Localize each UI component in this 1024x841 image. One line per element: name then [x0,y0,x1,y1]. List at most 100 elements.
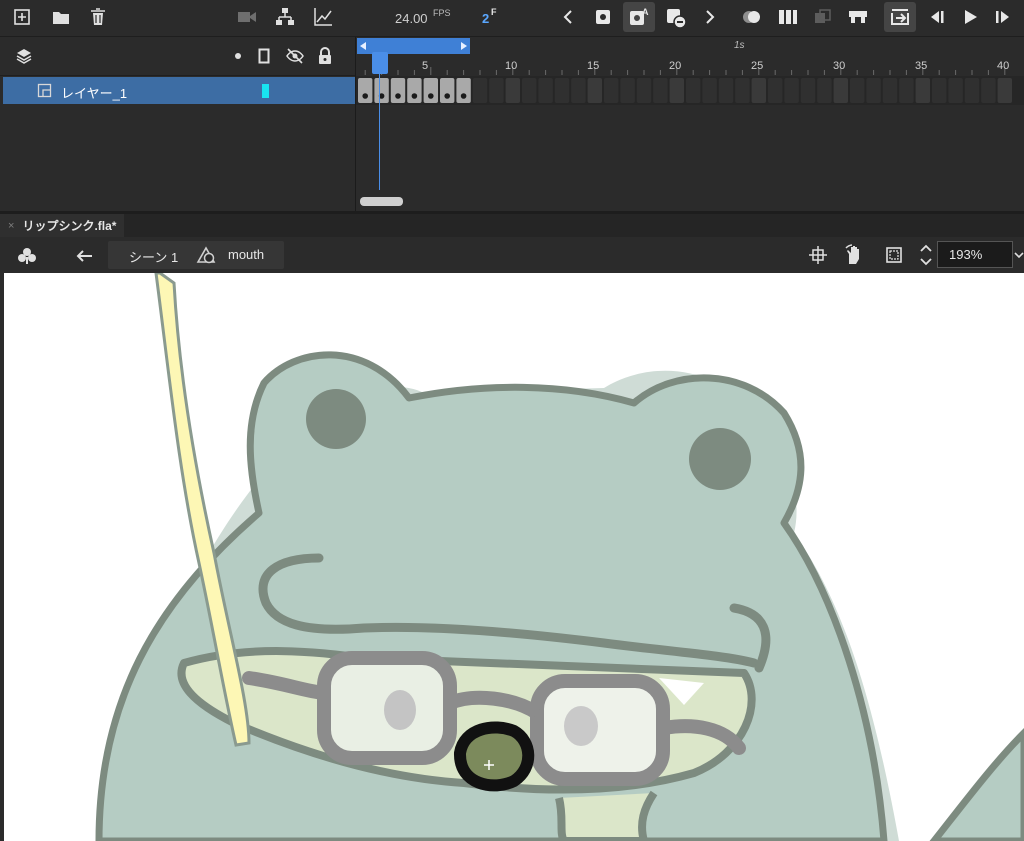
zoom-stepper-icon[interactable] [917,241,935,269]
ruler-tick-label: 40 [997,60,1010,72]
frame-cell[interactable] [718,78,734,103]
play-icon[interactable] [958,6,982,28]
layer-name[interactable]: レイヤー_1 [61,83,127,102]
keyframe-cell[interactable] [374,78,389,103]
frame-cell[interactable] [948,78,963,103]
graph-icon[interactable] [312,6,334,28]
keyframe-cell[interactable] [407,78,422,103]
step-forward-icon[interactable] [992,6,1016,28]
loop-range-icon[interactable] [846,6,870,28]
frame-cell[interactable] [702,78,717,103]
frame-cell[interactable] [866,78,881,103]
insert-keyframe-icon[interactable] [592,6,614,28]
keyframe-dot [444,93,450,99]
keyframe-cell[interactable] [440,78,455,103]
loop-icon[interactable] [884,2,916,32]
frog-neck [555,790,658,841]
symbol-type-icon[interactable] [16,245,38,267]
frame-cell[interactable] [636,78,652,103]
prev-keyframe-icon[interactable] [558,6,578,28]
breadcrumb-symbol[interactable]: mouth [228,247,264,262]
zoom-dropdown-icon[interactable] [1014,246,1024,264]
layer-frames-row[interactable] [356,76,1024,105]
frame-cell[interactable] [489,78,504,103]
back-arrow-icon[interactable] [73,246,95,266]
ruler-tick-label: 30 [833,60,846,72]
frame-cell[interactable] [882,78,898,103]
current-frame[interactable]: 2 [482,11,489,26]
ruler-tick-label: 15 [587,60,600,72]
keyframe-cell[interactable] [456,78,471,103]
frame-cell[interactable] [472,78,488,103]
frame-cell[interactable] [899,78,914,103]
new-folder-icon[interactable] [50,7,72,27]
keyframe-dot [411,93,418,99]
eye-right [564,706,598,746]
timeline-toolbar [0,0,1024,37]
frame-cell[interactable] [981,78,996,103]
stage-canvas[interactable] [4,273,1024,841]
frame-cell[interactable] [751,78,766,103]
camera-icon[interactable] [236,7,258,27]
frame-cell[interactable] [686,78,701,103]
frame-cell[interactable] [735,78,750,103]
keyframe-dot [460,93,467,99]
zoom-input[interactable]: 193% [937,241,1013,268]
keyframe-cell[interactable] [358,78,373,103]
frame-cell[interactable] [669,78,684,103]
outline-icon[interactable] [256,46,272,66]
center-stage-icon[interactable] [807,245,829,265]
visibility-icon[interactable] [284,46,306,66]
frame-cell[interactable] [653,78,668,103]
playhead[interactable] [372,52,388,74]
frame-cell[interactable] [800,78,816,103]
frame-cell[interactable] [817,78,832,103]
onion-skin-icon[interactable] [740,6,764,28]
document-tab-title[interactable]: リップシンク.fla* [22,217,116,234]
layer-row[interactable] [3,77,355,104]
frame-cell[interactable] [964,78,980,103]
mouth-symbol[interactable] [453,721,535,792]
delete-icon[interactable] [88,6,108,28]
frame-cell[interactable] [997,78,1012,103]
layer-parenting-icon[interactable] [274,6,296,28]
frame-cell[interactable] [932,78,947,103]
layers-icon[interactable] [14,46,34,66]
frame-cell[interactable] [833,78,848,103]
step-back-icon[interactable] [924,6,948,28]
frame-cell[interactable] [604,78,619,103]
timeline-scroll-thumb[interactable] [360,197,403,206]
ruler-tick-label: 5 [422,60,429,72]
clip-content-icon[interactable] [884,245,904,265]
frame-cell[interactable] [554,78,570,103]
keyframe-cell[interactable] [390,78,406,103]
auto-keyframe-icon[interactable]: A [623,2,655,32]
frame-cell[interactable] [620,78,635,103]
keyframe-cell[interactable] [423,78,438,103]
frame-cell[interactable] [522,78,537,103]
document-tab[interactable]: × リップシンク.fla* [0,214,125,237]
frame-cell[interactable] [505,78,520,103]
highlight-dot-icon[interactable] [232,50,244,62]
lock-icon[interactable] [316,45,334,67]
tab-close-icon[interactable]: × [8,220,14,232]
layer-color-swatch[interactable] [262,84,269,98]
frame-cell[interactable] [768,78,783,103]
frame-cell[interactable] [587,78,602,103]
clear-keyframe-icon[interactable] [664,6,688,30]
fps-value[interactable]: 24.00 [395,11,428,26]
paste-frames-icon[interactable] [811,6,835,28]
frame-cell[interactable] [915,78,930,103]
new-layer-icon[interactable] [12,7,32,27]
svg-text:A: A [642,7,649,17]
frame-cell[interactable] [538,78,553,103]
frame-cell[interactable] [571,78,586,103]
frog-cheek-right [689,428,751,490]
rotate-hand-icon[interactable] [842,243,866,267]
frame-cell[interactable] [850,78,865,103]
glasses-lens-right [530,674,670,786]
next-keyframe-icon[interactable] [700,6,720,28]
edit-multiple-frames-icon[interactable] [776,6,800,28]
breadcrumb-scene[interactable]: シーン 1 [129,247,178,266]
frame-cell[interactable] [784,78,799,103]
